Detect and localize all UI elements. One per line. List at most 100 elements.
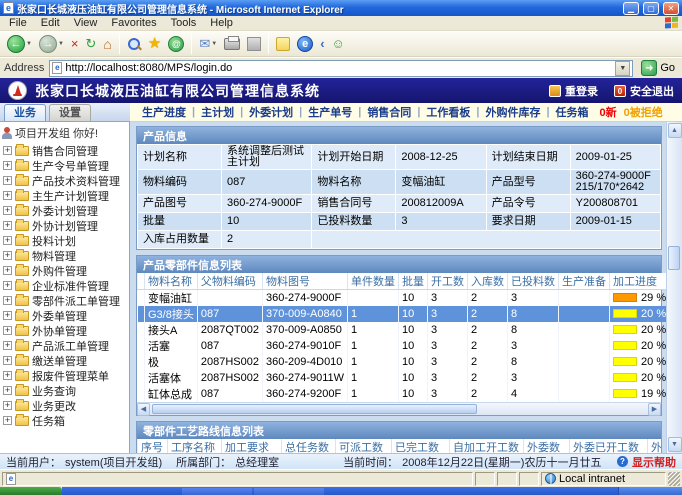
expand-icon[interactable]: + [3,371,12,380]
table-row[interactable]: 变幅油缸360-274-9000F1032329 % [138,290,667,307]
dropdown-arrow-icon[interactable]: ▼ [211,41,217,47]
expand-icon[interactable]: + [3,161,12,170]
tree-item-产品派工单管理[interactable]: +产品派工单管理 [0,338,129,353]
expand-icon[interactable]: + [3,311,12,320]
column-header[interactable]: 可派工数 [336,439,392,453]
forward-icon[interactable]: →▼ [36,33,67,55]
expand-icon[interactable]: + [3,221,12,230]
expand-icon[interactable]: + [3,416,12,425]
tree-item-任务箱[interactable]: +任务箱 [0,413,129,428]
table-row[interactable]: 极2087HS002360-209-4D01011032820 % [138,354,667,370]
nav-item-工作看板[interactable]: 工作看板 [420,104,476,120]
expand-icon[interactable]: + [3,251,12,260]
menu-edit[interactable]: Edit [34,17,67,29]
nav-item-生产单号[interactable]: 生产单号 [302,104,358,120]
page-vertical-scrollbar[interactable]: ▲ ▼ [666,122,682,453]
expand-icon[interactable]: + [3,356,12,365]
column-header[interactable]: 单件数量 [348,273,399,290]
address-url[interactable]: http://localhost:8080/MPS/login.do [65,62,612,74]
back-icon[interactable]: ←▼ [4,33,35,55]
expand-icon[interactable]: + [3,236,12,245]
menu-view[interactable]: View [67,17,105,29]
table-row[interactable]: 活塞087360-274-9010F11032320 % [138,338,667,354]
notes-icon[interactable] [273,33,293,55]
tree-item-零部件派工单管理[interactable]: +零部件派工单管理 [0,293,129,308]
expand-icon[interactable]: + [3,146,12,155]
menu-favorites[interactable]: Favorites [104,17,163,29]
tab-业务[interactable]: 业务 [4,104,46,121]
browser-icon[interactable]: e [294,33,316,55]
messenger-icon[interactable]: ☺ [329,33,348,55]
column-header[interactable]: 序号 [138,439,168,453]
nav-item-主计划[interactable]: 主计划 [195,104,240,120]
tree-item-投料计划[interactable]: +投料计划 [0,233,129,248]
tree-item-外协单管理[interactable]: +外协单管理 [0,323,129,338]
relogin-button[interactable]: 重登录 [549,83,598,99]
expand-icon[interactable]: + [3,326,12,335]
show-help-link[interactable]: 显示帮助 [632,454,676,470]
table-row[interactable]: 活塞体2087HS002360-274-9011W11032320 % [138,370,667,386]
dropdown-arrow-icon[interactable]: ▼ [26,41,32,47]
address-dropdown-button[interactable]: ▼ [615,61,630,76]
edit-icon[interactable] [244,33,264,55]
scroll-thumb[interactable] [668,246,680,270]
go-button[interactable]: ➜ Go [638,60,678,76]
column-header[interactable]: 外协数 [648,439,663,453]
table-row[interactable]: 接头A2087QT002370-009-A085011032820 % [138,322,667,338]
column-header[interactable]: 物料图号 [262,273,347,290]
column-header[interactable]: 物料名称 [145,273,198,290]
column-header[interactable]: 批量 [399,273,428,290]
tree-item-产品技术资料管理[interactable]: +产品技术资料管理 [0,173,129,188]
column-header[interactable]: 加工要求 [222,439,282,453]
table-row[interactable]: 缸体总成087360-274-9200F11032419 % [138,386,667,402]
tree-item-外委计划管理[interactable]: +外委计划管理 [0,203,129,218]
column-header[interactable]: 开工数 [428,273,468,290]
column-header[interactable]: 自加工开工数 [450,439,524,453]
tree-item-生产令号单管理[interactable]: +生产令号单管理 [0,158,129,173]
nav-item-任务箱[interactable]: 任务箱 [550,104,595,120]
column-header[interactable]: 已完工数 [392,439,450,453]
taskbar-button[interactable] [182,488,252,495]
close-button[interactable]: ✕ [663,2,679,15]
dropdown-arrow-icon[interactable]: ▼ [58,41,64,47]
logout-button[interactable]: 0 安全退出 [614,83,674,99]
start-button[interactable] [0,487,62,495]
tab-设置[interactable]: 设置 [49,104,91,121]
maximize-button[interactable]: ▢ [643,2,659,15]
home-icon[interactable]: ⌂ [100,33,114,55]
expand-icon[interactable]: + [3,281,12,290]
column-header[interactable]: 生产准备 [559,273,610,290]
stop-icon[interactable]: × [68,33,82,55]
column-header[interactable]: 总任务数 [282,439,336,453]
table-row[interactable]: G3/8接头087370-009-A084011032820 % [138,306,667,322]
related-icon[interactable]: ‹ [317,33,327,55]
address-input[interactable]: e http://localhost:8080/MPS/login.do ▼ [49,60,633,77]
column-header[interactable]: 加工进度 [610,273,666,290]
tree-item-缴送单管理[interactable]: +缴送单管理 [0,353,129,368]
tree-item-业务更改[interactable]: +业务更改 [0,398,129,413]
tree-item-主生产计划管理[interactable]: +主生产计划管理 [0,188,129,203]
tree-item-外协计划管理[interactable]: +外协计划管理 [0,218,129,233]
column-header[interactable] [138,273,145,290]
expand-icon[interactable]: + [3,386,12,395]
tree-item-报废件管理菜单[interactable]: +报废件管理菜单 [0,368,129,383]
column-header[interactable]: 入库数 [468,273,508,290]
expand-icon[interactable]: + [3,191,12,200]
expand-icon[interactable]: + [3,206,12,215]
help-icon[interactable]: ? [617,456,628,467]
scroll-thumb[interactable] [152,404,477,414]
taskbar-button[interactable] [254,488,324,495]
favorites-icon[interactable]: ★ [145,33,164,55]
nav-item-外购件库存[interactable]: 外购件库存 [479,104,546,120]
column-header[interactable]: 父物料编码 [197,273,262,290]
refresh-icon[interactable]: ↻ [83,33,100,55]
column-header[interactable]: 外委已开工数 [570,439,648,453]
column-header[interactable]: 已投料数 [508,273,559,290]
mail-icon[interactable]: ✉▼ [196,33,220,55]
history-icon[interactable]: @ [165,33,187,55]
column-header[interactable]: 外委数 [524,439,570,453]
print-icon[interactable] [221,33,243,55]
menu-help[interactable]: Help [203,17,240,29]
menu-file[interactable]: File [2,17,34,29]
scroll-right-icon[interactable]: ▶ [648,403,661,416]
